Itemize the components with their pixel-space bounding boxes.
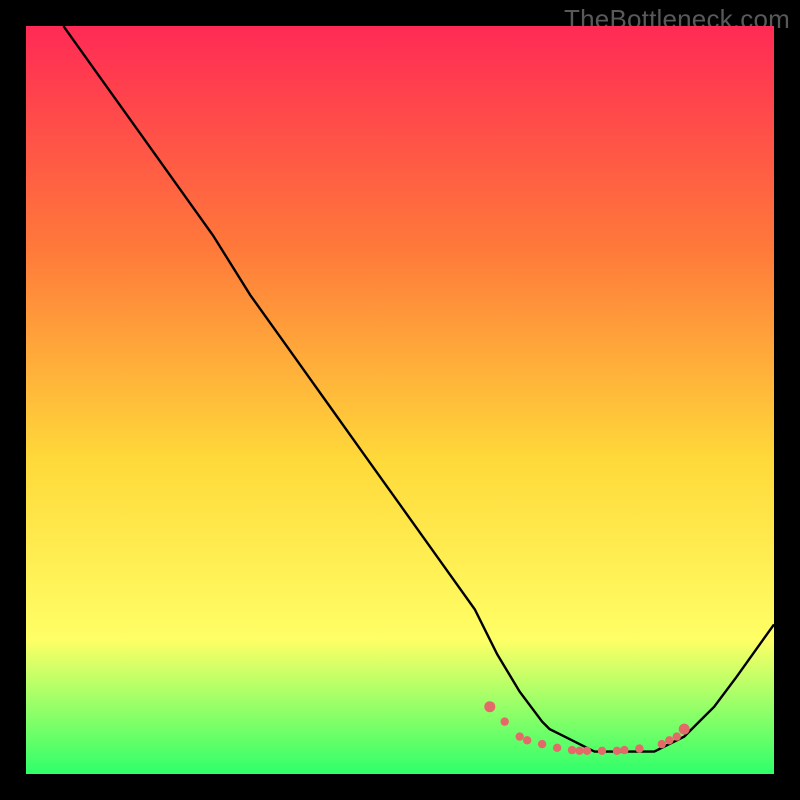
highlight-dot [501,717,509,725]
highlight-dot [484,701,495,712]
gradient-background [26,26,774,774]
highlight-dot [665,736,673,744]
highlight-dot [613,747,621,755]
highlight-dot [575,747,583,755]
highlight-dot [538,740,546,748]
highlight-dot [523,736,531,744]
highlight-dot [553,744,561,752]
highlight-dot [679,724,690,735]
highlight-dot [620,746,628,754]
highlight-dot [516,732,524,740]
bottleneck-chart-svg [26,26,774,774]
highlight-dot [635,744,643,752]
highlight-dot [568,746,576,754]
highlight-dot [583,747,591,755]
chart-frame: TheBottleneck.com [0,0,800,800]
highlight-dot [673,732,681,740]
highlight-dot [658,740,666,748]
plot-area [26,26,774,774]
highlight-dot [598,747,606,755]
